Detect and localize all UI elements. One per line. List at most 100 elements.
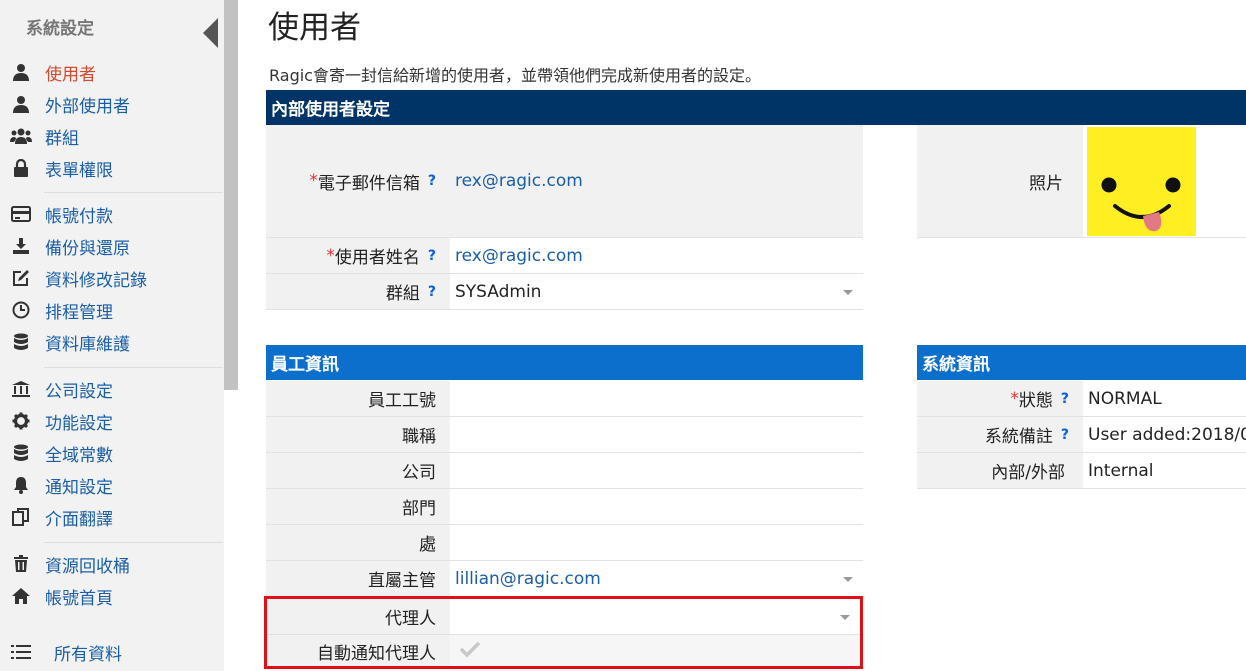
sidebar-item-label: 帳號付款 <box>45 206 113 227</box>
section-title: 員工資訊 <box>271 355 339 375</box>
sidebar-item-account-home[interactable]: 帳號首頁 <box>10 582 113 610</box>
sidebar-item-feature-settings[interactable]: 功能設定 <box>10 407 113 435</box>
chevron-down-icon[interactable] <box>843 289 853 295</box>
highlight-box <box>264 596 863 669</box>
status-field[interactable]: NORMAL <box>1083 381 1246 417</box>
help-icon[interactable]: ? <box>1061 427 1069 443</box>
sidebar-item-schedule[interactable]: 排程管理 <box>10 296 113 324</box>
sidebar-item-backup[interactable]: 備份與還原 <box>10 232 130 260</box>
help-icon[interactable]: ? <box>1061 391 1069 407</box>
employee-id-field[interactable] <box>450 381 863 417</box>
company-field[interactable] <box>450 453 863 489</box>
manager-select[interactable]: lillian@ragic.com <box>450 561 863 597</box>
photo-label: 照片 <box>917 125 1083 238</box>
division-label: 處 <box>266 525 450 561</box>
sidebar-item-label: 資源回收桶 <box>45 556 130 577</box>
collapse-sidebar-icon[interactable] <box>203 18 218 48</box>
database-icon <box>10 332 32 352</box>
label-text: 處 <box>419 535 436 555</box>
sidebar-item-external-users[interactable]: 外部使用者 <box>10 90 130 118</box>
help-icon[interactable]: ? <box>428 284 436 300</box>
internal-settings-header: 內部使用者設定 <box>266 90 1246 125</box>
list-icon <box>10 642 32 662</box>
sidebar-item-label: 所有資料 <box>54 644 122 665</box>
label-text: 狀態 <box>1018 391 1053 411</box>
sidebar-title: 系統設定 <box>26 19 94 39</box>
sidebar-item-all-data[interactable]: 所有資料 <box>10 638 122 666</box>
group-label: 群組? <box>266 274 450 310</box>
page-description: Ragic會寄一封信給新增的使用者，並帶領他們完成新使用者的設定。 <box>269 66 761 85</box>
label-text: 員工工號 <box>368 391 436 411</box>
sidebar-item-form-permissions[interactable]: 表單權限 <box>10 154 113 182</box>
divider <box>44 192 223 193</box>
help-icon[interactable]: ? <box>428 248 436 264</box>
sidebar-item-notifications[interactable]: 通知設定 <box>10 471 113 499</box>
clock-icon <box>10 300 32 320</box>
label-text: 職稱 <box>402 427 436 447</box>
lock-icon <box>10 158 32 178</box>
sidebar-item-db-maintenance[interactable]: 資料庫維護 <box>10 328 130 356</box>
sidebar-item-billing[interactable]: 帳號付款 <box>10 200 113 228</box>
employee-id-label: 員工工號 <box>266 381 450 417</box>
label-text: 使用者姓名 <box>334 248 420 268</box>
help-icon[interactable]: ? <box>428 173 436 189</box>
sidebar-item-translation[interactable]: 介面翻譯 <box>10 503 113 531</box>
label-text: 電子郵件信箱 <box>317 173 420 194</box>
sidebar-item-recycle-bin[interactable]: 資源回收桶 <box>10 550 130 578</box>
sidebar-item-label: 全域常數 <box>45 445 113 466</box>
scrollbar-thumb[interactable] <box>224 0 238 390</box>
label-text: 內部/外部 <box>991 463 1065 483</box>
user-avatar[interactable] <box>1087 127 1196 236</box>
sidebar-item-groups[interactable]: 群組 <box>10 122 79 150</box>
divider <box>44 542 223 543</box>
bank-icon <box>10 379 32 399</box>
email-label: * 電子郵件信箱? <box>266 125 450 238</box>
required-mark: * <box>309 171 318 191</box>
internal-external-field: Internal <box>1083 453 1246 489</box>
job-title-field[interactable] <box>450 417 863 453</box>
label-text: 直屬主管 <box>368 571 436 591</box>
label-text: 照片 <box>1029 173 1063 194</box>
email-field[interactable]: rex@ragic.com <box>450 125 863 238</box>
trash-icon <box>10 554 32 574</box>
status-label: * 狀態? <box>917 381 1083 417</box>
user-icon <box>10 62 32 82</box>
sidebar-item-users[interactable]: 使用者 <box>10 58 96 86</box>
group-value: SYSAdmin <box>455 281 542 302</box>
internal-external-label: 內部/外部 <box>917 453 1083 489</box>
system-note-label: 系統備註? <box>917 417 1083 453</box>
department-label: 部門 <box>266 489 450 525</box>
user-name-label: * 使用者姓名? <box>266 238 450 274</box>
user-name-field[interactable]: rex@ragic.com <box>450 238 863 274</box>
manager-label: 直屬主管 <box>266 561 450 597</box>
sidebar-item-label: 排程管理 <box>45 302 113 323</box>
database-icon <box>10 443 32 463</box>
sidebar-item-label: 公司設定 <box>45 381 113 402</box>
sidebar-item-label: 介面翻譯 <box>45 509 113 530</box>
job-title-label: 職稱 <box>266 417 450 453</box>
sidebar: 系統設定 使用者 外部使用者 群組 表單權限 帳號付款 備份與還原 資料修改記錄… <box>0 0 224 671</box>
group-select[interactable]: SYSAdmin <box>450 274 863 310</box>
chevron-down-icon[interactable] <box>843 576 853 582</box>
department-field[interactable] <box>450 489 863 525</box>
label-text: 公司 <box>402 463 436 483</box>
sidebar-item-label: 外部使用者 <box>45 96 130 117</box>
division-field[interactable] <box>450 525 863 561</box>
system-info-header: 系統資訊 <box>917 345 1246 380</box>
sidebar-item-label: 群組 <box>45 128 79 149</box>
sidebar-item-company-settings[interactable]: 公司設定 <box>10 375 113 403</box>
sidebar-item-change-log[interactable]: 資料修改記錄 <box>10 264 147 292</box>
download-icon <box>10 236 32 256</box>
bell-icon <box>10 475 32 495</box>
sidebar-item-label: 功能設定 <box>45 413 113 434</box>
section-title: 內部使用者設定 <box>271 100 390 120</box>
divider <box>44 367 223 368</box>
required-mark: * <box>1010 388 1019 409</box>
sidebar-item-label: 表單權限 <box>45 160 113 181</box>
page-title: 使用者 <box>268 10 361 46</box>
sidebar-item-label: 備份與還原 <box>45 238 130 259</box>
credit-card-icon <box>10 204 32 224</box>
label-text: 群組 <box>385 284 420 304</box>
label-text: 部門 <box>402 499 436 519</box>
sidebar-item-global-constants[interactable]: 全域常數 <box>10 439 113 467</box>
